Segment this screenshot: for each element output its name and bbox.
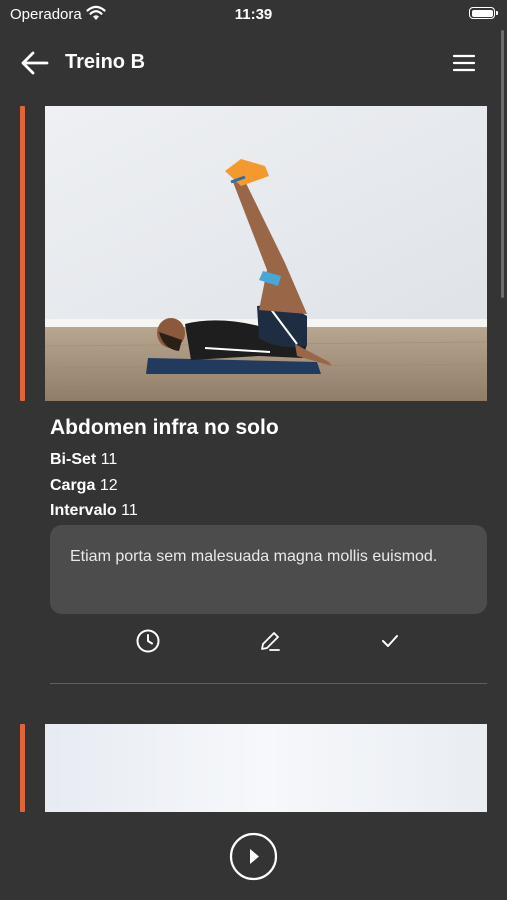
exercise-image (45, 724, 487, 812)
menu-button[interactable] (450, 50, 478, 76)
pencil-icon[interactable] (256, 627, 284, 655)
detail-label: Carga (50, 477, 96, 494)
battery-icon (469, 7, 498, 19)
detail-carga: Carga 12 (50, 477, 118, 495)
exercise-accent-bar (20, 724, 25, 812)
hamburger-menu-icon (452, 54, 476, 72)
detail-intervalo: Intervalo 11 (50, 502, 138, 520)
status-time: 11:39 (234, 6, 273, 23)
detail-bi-set: Bi-Set 11 (50, 451, 117, 469)
detail-label: Intervalo (50, 502, 117, 519)
detail-label: Bi-Set (50, 451, 97, 468)
arrow-left-icon (21, 51, 49, 75)
note-text: Etiam porta sem malesuada magna mollis e… (70, 548, 438, 565)
exercise-title: Abdomen infra no solo (50, 416, 279, 439)
detail-value: 12 (99, 477, 118, 494)
exercise-note: Etiam porta sem malesuada magna mollis e… (50, 525, 487, 614)
status-bar: Operadora 11:39 (0, 0, 507, 30)
play-button[interactable] (229, 832, 278, 881)
page-title: Treino B (65, 51, 146, 73)
detail-value: 11 (100, 451, 118, 468)
detail-value: 11 (121, 502, 138, 519)
divider (50, 683, 487, 684)
check-icon[interactable] (376, 627, 404, 655)
clock-icon[interactable] (134, 627, 162, 655)
play-icon (229, 832, 278, 881)
scroll-indicator[interactable] (501, 30, 504, 298)
exercise-accent-bar (20, 106, 25, 401)
back-button[interactable] (18, 48, 52, 78)
exercise-image (45, 106, 487, 401)
nav-bar: Treino B (0, 40, 507, 86)
